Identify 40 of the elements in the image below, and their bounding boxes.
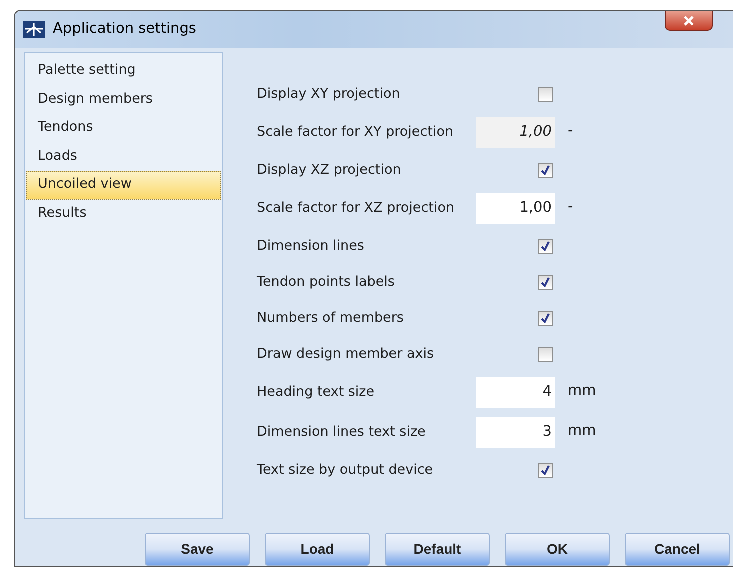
number-field[interactable]: 1,00 bbox=[476, 192, 555, 224]
setting-label: Display XY projection bbox=[257, 84, 402, 104]
sidebar-item[interactable]: Loads bbox=[26, 142, 221, 171]
dialog-button[interactable]: Cancel bbox=[625, 533, 730, 566]
setting-label: Scale factor for XY projection bbox=[257, 122, 455, 142]
setting-label: Draw design member axis bbox=[257, 344, 435, 364]
unit-label: mm bbox=[568, 422, 596, 442]
unit-label: - bbox=[568, 198, 574, 218]
checkbox[interactable] bbox=[538, 310, 553, 326]
setting-label: Heading text size bbox=[257, 382, 376, 402]
dialog-button[interactable]: Load bbox=[265, 533, 370, 566]
close-button[interactable] bbox=[665, 11, 713, 31]
app-icon bbox=[23, 21, 45, 38]
number-field[interactable]: 3 bbox=[476, 416, 555, 448]
sidebar-item[interactable]: Results bbox=[26, 200, 221, 228]
setting-label: Dimension lines bbox=[257, 236, 366, 256]
sidebar-item[interactable]: Palette setting bbox=[26, 57, 221, 86]
dialog-button[interactable]: Save bbox=[145, 533, 250, 566]
checkbox[interactable] bbox=[538, 162, 553, 178]
sidebar-item[interactable]: Uncoiled view bbox=[26, 171, 221, 200]
checkbox[interactable] bbox=[538, 346, 553, 362]
setting-label: Numbers of members bbox=[257, 308, 405, 328]
dialog-button[interactable]: OK bbox=[505, 533, 610, 566]
setting-label: Display XZ projection bbox=[257, 160, 402, 180]
unit-label: - bbox=[568, 122, 574, 142]
checkbox[interactable] bbox=[538, 462, 553, 478]
close-icon bbox=[683, 16, 695, 26]
checkbox[interactable] bbox=[538, 86, 553, 102]
window-title: Application settings bbox=[53, 20, 196, 39]
checkbox[interactable] bbox=[538, 274, 553, 290]
unit-label: mm bbox=[568, 382, 596, 402]
number-field[interactable]: 4 bbox=[476, 376, 555, 408]
sidebar-item[interactable]: Design members bbox=[26, 86, 221, 114]
checkbox[interactable] bbox=[538, 238, 553, 254]
setting-label: Text size by output device bbox=[257, 460, 434, 480]
sidebar-item[interactable]: Tendons bbox=[26, 114, 221, 142]
setting-label: Tendon points labels bbox=[257, 272, 396, 292]
setting-label: Scale factor for XZ projection bbox=[257, 198, 456, 218]
setting-label: Dimension lines text size bbox=[257, 422, 427, 442]
dialog-button[interactable]: Default bbox=[385, 533, 490, 566]
